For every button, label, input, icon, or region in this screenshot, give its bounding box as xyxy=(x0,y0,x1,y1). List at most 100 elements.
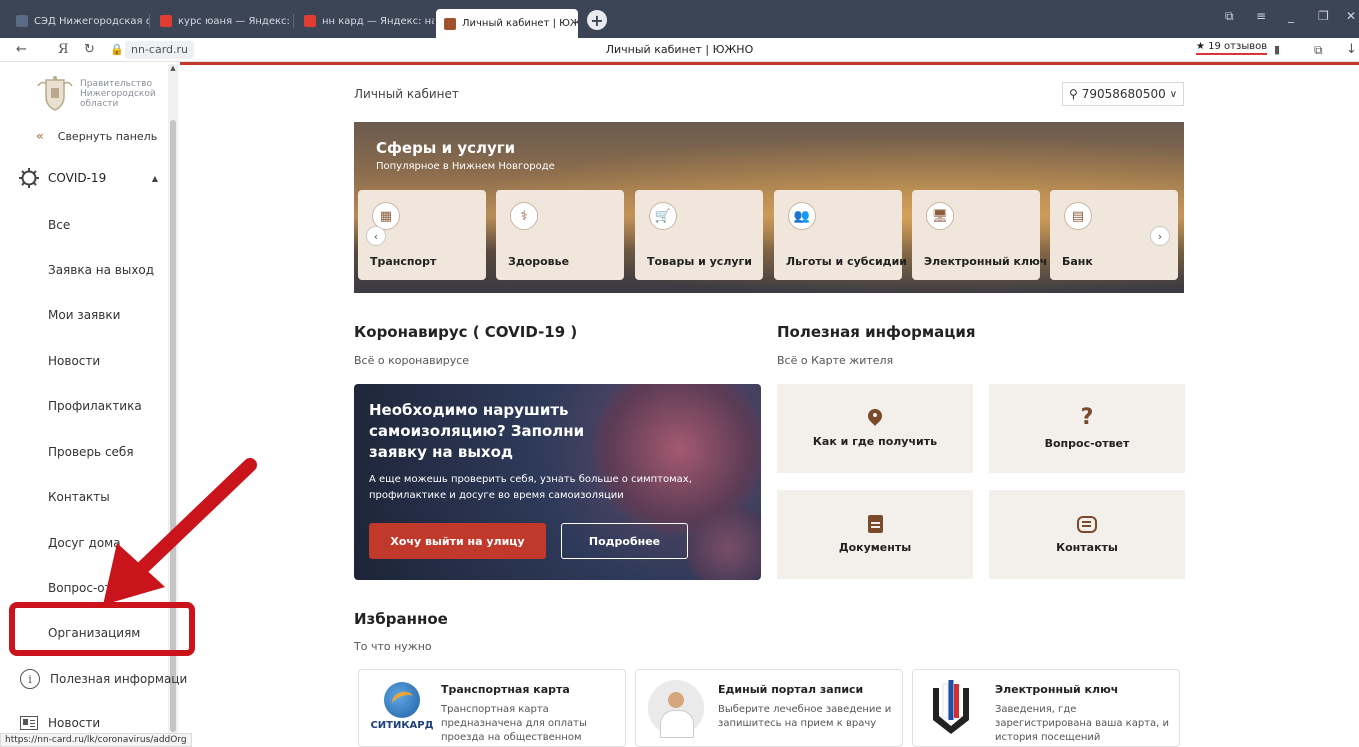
tile-how-to-get[interactable]: Как и где получить xyxy=(777,384,973,473)
favorites-title: Избранное xyxy=(354,610,448,628)
close-window-icon[interactable]: ✕ xyxy=(1346,9,1356,23)
yandex-icon[interactable]: Я xyxy=(58,42,69,58)
cart-icon: 🛒 xyxy=(649,202,677,230)
favorites-subtitle: То что нужно xyxy=(354,640,432,653)
account-menu[interactable]: ⚲ 79058680500 ∨ xyxy=(1062,82,1184,106)
favorite-card-portal[interactable]: Единый портал записи Выберите лечебное з… xyxy=(635,669,903,747)
tile-documents[interactable]: Документы xyxy=(777,490,973,579)
service-card-ekey[interactable]: 🖥 Электронный ключ xyxy=(912,190,1047,280)
extensions-icon[interactable]: ⧉ xyxy=(1314,42,1323,58)
sidebar-section-covid[interactable]: COVID-19 ▲ xyxy=(18,167,158,189)
tile-faq[interactable]: ? Вопрос-ответ xyxy=(989,384,1185,473)
reviews-link[interactable]: ★ 19 отзывов xyxy=(1196,41,1268,55)
sidebar-item-useful-info-label: Полезная информаци xyxy=(50,672,188,686)
go-outside-button[interactable]: Хочу выйти на улицу xyxy=(369,523,546,559)
sitikard-orb-icon xyxy=(384,682,420,718)
favorite-card-transport[interactable]: СИТИКАРД Транспортная карта Транспортная… xyxy=(358,669,626,747)
covid-exit-card: Необходимо нарушить самоизоляцию? Заполн… xyxy=(354,384,761,580)
tile-label: Контакты xyxy=(1056,540,1118,554)
tab-label: нн кард — Яндекс: нашло xyxy=(322,15,434,27)
sidebar-item-prevention[interactable]: Профилактика xyxy=(48,399,142,413)
banner-title: Сферы и услуги xyxy=(376,139,516,157)
tabs-icon[interactable]: ⧉ xyxy=(1225,9,1234,24)
bookmark-icon[interactable]: ▮ xyxy=(1274,42,1280,58)
scroll-up-icon[interactable]: ▲ xyxy=(168,64,178,74)
favorite-card-text: Заведения, где зарегистрирована ваша кар… xyxy=(995,704,1170,743)
site-favicon-icon xyxy=(444,17,456,30)
covid-section-title: Коронавирус ( COVID-19 ) xyxy=(354,323,578,341)
service-card-label: Льготы и субсидии xyxy=(786,255,907,268)
banner-subtitle: Популярное в Нижнем Новгороде xyxy=(376,161,555,172)
service-card-label: Транспорт xyxy=(370,255,437,268)
restore-icon[interactable]: ❐ xyxy=(1318,9,1329,23)
sidebar-item-exit-request[interactable]: Заявка на выход xyxy=(48,263,154,277)
page-title-chrome: Личный кабинет | ЮЖНО xyxy=(605,43,754,56)
browser-tab-yuan[interactable]: курс юаня — Яндекс: наш xyxy=(152,9,294,33)
service-card-health[interactable]: ⚕ Здоровье xyxy=(496,190,624,280)
chat-icon xyxy=(1077,515,1097,533)
covid-card-title: Необходимо нарушить самоизоляцию? Заполн… xyxy=(369,401,585,461)
info-icon: i xyxy=(20,669,40,689)
doctor-avatar-icon xyxy=(648,680,704,738)
url-field[interactable]: nn-card.ru xyxy=(125,41,195,59)
address-bar: ← Я ↻ 🔒 nn-card.ru Личный кабинет | ЮЖНО… xyxy=(0,38,1359,62)
sidebar-item-news-main-label: Новости xyxy=(48,716,101,730)
tab-label: Личный кабинет | ЮЖН xyxy=(462,18,578,29)
favorite-card-title: Электронный ключ xyxy=(995,683,1119,696)
tile-label: Документы xyxy=(838,541,912,554)
sidebar-item-my-requests[interactable]: Мои заявки xyxy=(48,308,120,322)
favorite-card-text: Транспортная карта предназначена для опл… xyxy=(441,704,587,743)
star-icon: ★ xyxy=(1196,41,1205,52)
yandex-favicon-icon xyxy=(304,15,316,27)
back-icon[interactable]: ← xyxy=(16,42,27,58)
chevron-down-icon: ∨ xyxy=(1169,88,1178,100)
status-bar-url: https://nn-card.ru/lk/coronavirus/addOrg xyxy=(0,733,192,747)
lock-icon: 🔒 xyxy=(110,43,124,56)
menu-icon[interactable]: ≡ xyxy=(1256,9,1266,23)
covid-section-subtitle: Всё о коронавирусе xyxy=(354,354,470,367)
service-card-label: Банк xyxy=(1062,255,1093,268)
tile-label: Вопрос-ответ xyxy=(1044,437,1130,450)
tile-contacts[interactable]: Контакты xyxy=(989,490,1185,579)
map-pin-icon xyxy=(868,409,882,427)
tile-label: Как и где получить xyxy=(812,435,938,448)
bank-card-icon: ▤ xyxy=(1064,202,1092,230)
services-banner: Сферы и услуги Популярное в Нижнем Новго… xyxy=(354,122,1184,293)
chevron-up-icon: ▲ xyxy=(151,173,158,183)
minimize-icon[interactable]: _ xyxy=(1288,9,1294,23)
collapse-panel-button[interactable]: « Свернуть панель xyxy=(36,129,157,143)
favorite-card-title: Единый портал записи xyxy=(718,683,864,696)
tab-label: СЭД Нижегородская обла xyxy=(34,15,150,27)
shield-flag-icon xyxy=(933,680,969,734)
new-tab-button[interactable]: + xyxy=(587,10,607,30)
annotation-highlight-box xyxy=(9,602,195,656)
browser-tab-active[interactable]: Личный кабинет | ЮЖН ✕ xyxy=(436,9,578,38)
reload-icon[interactable]: ↻ xyxy=(84,42,95,58)
caduceus-icon: ⚕ xyxy=(510,202,538,230)
service-card-goods[interactable]: 🛒 Товары и услуги xyxy=(635,190,763,280)
favorite-card-ekey[interactable]: Электронный ключ Заведения, где зарегист… xyxy=(912,669,1180,747)
more-info-button[interactable]: Подробнее xyxy=(561,523,688,559)
service-card-benefits[interactable]: 👥 Льготы и субсидии xyxy=(774,190,907,280)
download-icon[interactable]: ↓ xyxy=(1346,42,1357,58)
browser-tab-bar: СЭД Нижегородская обла курс юаня — Яндек… xyxy=(0,0,1359,38)
favorite-card-title: Транспортная карта xyxy=(441,683,570,696)
header-accent-line xyxy=(180,62,1359,65)
sidebar-item-useful-info[interactable]: i Полезная информаци xyxy=(20,669,187,689)
carousel-prev-button[interactable]: ‹ xyxy=(366,226,386,246)
carousel-next-button[interactable]: › xyxy=(1150,226,1170,246)
sidebar-item-news-main[interactable]: Новости xyxy=(20,716,100,730)
virus-icon xyxy=(19,168,39,188)
browser-tab-sed[interactable]: СЭД Нижегородская обла xyxy=(8,9,150,33)
yandex-favicon-icon xyxy=(160,15,172,27)
government-logo-text: Правительство Нижегородской области xyxy=(80,79,156,109)
sidebar-item-news[interactable]: Новости xyxy=(48,354,100,368)
question-icon: ? xyxy=(1080,405,1094,430)
double-chevron-left-icon: « xyxy=(36,129,44,143)
service-card-label: Здоровье xyxy=(508,255,570,268)
sidebar-item-all[interactable]: Все xyxy=(48,218,70,232)
government-logo[interactable]: Правительство Нижегородской области xyxy=(36,76,160,112)
browser-tab-nncard[interactable]: нн кард — Яндекс: нашло xyxy=(296,9,434,33)
collapse-panel-label: Свернуть панель xyxy=(57,129,158,143)
tab-favicon-icon xyxy=(16,15,28,27)
